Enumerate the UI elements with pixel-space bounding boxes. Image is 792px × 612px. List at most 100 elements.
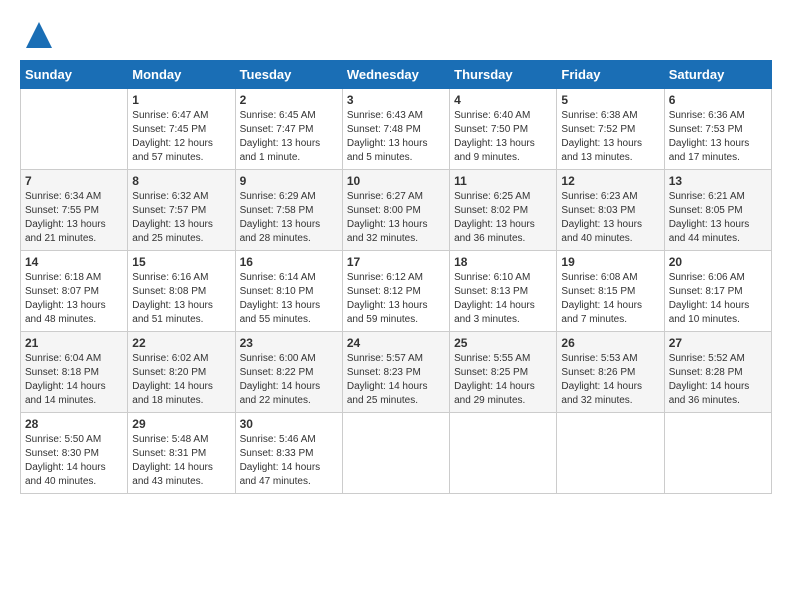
calendar-cell: 22 Sunrise: 6:02 AMSunset: 8:20 PMDayligh…: [128, 332, 235, 413]
day-number: 23: [240, 336, 338, 350]
calendar-header-wednesday: Wednesday: [342, 61, 449, 89]
day-number: 29: [132, 417, 230, 431]
day-info: Sunrise: 6:00 AMSunset: 8:22 PMDaylight:…: [240, 352, 338, 408]
calendar-cell: 5 Sunrise: 6:38 AMSunset: 7:52 PMDaylight…: [557, 89, 664, 170]
calendar-cell: 26 Sunrise: 5:53 AMSunset: 8:26 PMDayligh…: [557, 332, 664, 413]
day-number: 12: [561, 174, 659, 188]
day-info: Sunrise: 6:40 AMSunset: 7:50 PMDaylight:…: [454, 109, 552, 165]
day-number: 25: [454, 336, 552, 350]
calendar-table: SundayMondayTuesdayWednesdayThursdayFrid…: [20, 60, 772, 494]
calendar-week-row: 14 Sunrise: 6:18 AMSunset: 8:07 PMDayligh…: [21, 251, 772, 332]
day-info: Sunrise: 5:53 AMSunset: 8:26 PMDaylight:…: [561, 352, 659, 408]
day-number: 2: [240, 93, 338, 107]
calendar-week-row: 1Sunrise: 6:47 AMSunset: 7:45 PMDaylight…: [21, 89, 772, 170]
day-number: 17: [347, 255, 445, 269]
logo-icon: [24, 20, 54, 50]
calendar-cell: [450, 413, 557, 494]
day-info: Sunrise: 6:08 AMSunset: 8:15 PMDaylight:…: [561, 271, 659, 327]
day-info: Sunrise: 5:52 AMSunset: 8:28 PMDaylight:…: [669, 352, 767, 408]
day-info: Sunrise: 6:16 AMSunset: 8:08 PMDaylight:…: [132, 271, 230, 327]
day-number: 15: [132, 255, 230, 269]
day-number: 27: [669, 336, 767, 350]
calendar-cell: 20 Sunrise: 6:06 AMSunset: 8:17 PMDayligh…: [664, 251, 771, 332]
calendar-cell: 24 Sunrise: 5:57 AMSunset: 8:23 PMDayligh…: [342, 332, 449, 413]
calendar-cell: 13 Sunrise: 6:21 AMSunset: 8:05 PMDayligh…: [664, 170, 771, 251]
day-info: Sunrise: 6:14 AMSunset: 8:10 PMDaylight:…: [240, 271, 338, 327]
calendar-cell: 27 Sunrise: 5:52 AMSunset: 8:28 PMDayligh…: [664, 332, 771, 413]
day-info: Sunrise: 6:23 AMSunset: 8:03 PMDaylight:…: [561, 190, 659, 246]
calendar-cell: 9 Sunrise: 6:29 AMSunset: 7:58 PMDaylight…: [235, 170, 342, 251]
day-number: 13: [669, 174, 767, 188]
day-info: Sunrise: 6:21 AMSunset: 8:05 PMDaylight:…: [669, 190, 767, 246]
calendar-cell: 21 Sunrise: 6:04 AMSunset: 8:18 PMDayligh…: [21, 332, 128, 413]
calendar-cell: 14 Sunrise: 6:18 AMSunset: 8:07 PMDayligh…: [21, 251, 128, 332]
day-number: 3: [347, 93, 445, 107]
logo: [20, 20, 54, 50]
day-info: Sunrise: 6:29 AMSunset: 7:58 PMDaylight:…: [240, 190, 338, 246]
calendar-cell: 16 Sunrise: 6:14 AMSunset: 8:10 PMDayligh…: [235, 251, 342, 332]
calendar-cell: 3Sunrise: 6:43 AMSunset: 7:48 PMDaylight…: [342, 89, 449, 170]
day-number: 6: [669, 93, 767, 107]
day-number: 14: [25, 255, 123, 269]
day-number: 16: [240, 255, 338, 269]
day-number: 20: [669, 255, 767, 269]
day-number: 5: [561, 93, 659, 107]
calendar-week-row: 7 Sunrise: 6:34 AMSunset: 7:55 PMDaylight…: [21, 170, 772, 251]
calendar-header-thursday: Thursday: [450, 61, 557, 89]
calendar-cell: 15 Sunrise: 6:16 AMSunset: 8:08 PMDayligh…: [128, 251, 235, 332]
day-info: Sunrise: 6:06 AMSunset: 8:17 PMDaylight:…: [669, 271, 767, 327]
calendar-cell: 30 Sunrise: 5:46 AMSunset: 8:33 PMDayligh…: [235, 413, 342, 494]
day-number: 4: [454, 93, 552, 107]
calendar-header-row: SundayMondayTuesdayWednesdayThursdayFrid…: [21, 61, 772, 89]
day-info: Sunrise: 6:34 AMSunset: 7:55 PMDaylight:…: [25, 190, 123, 246]
calendar-cell: [342, 413, 449, 494]
calendar-cell: 2Sunrise: 6:45 AMSunset: 7:47 PMDaylight…: [235, 89, 342, 170]
day-info: Sunrise: 6:27 AMSunset: 8:00 PMDaylight:…: [347, 190, 445, 246]
day-number: 7: [25, 174, 123, 188]
calendar-cell: 19 Sunrise: 6:08 AMSunset: 8:15 PMDayligh…: [557, 251, 664, 332]
calendar-cell: [21, 89, 128, 170]
day-number: 10: [347, 174, 445, 188]
day-number: 9: [240, 174, 338, 188]
day-number: 11: [454, 174, 552, 188]
calendar-cell: 8 Sunrise: 6:32 AMSunset: 7:57 PMDaylight…: [128, 170, 235, 251]
day-number: 22: [132, 336, 230, 350]
page-header: [20, 20, 772, 50]
calendar-header-monday: Monday: [128, 61, 235, 89]
calendar-week-row: 28Sunrise: 5:50 AMSunset: 8:30 PMDayligh…: [21, 413, 772, 494]
day-number: 19: [561, 255, 659, 269]
calendar-cell: 1Sunrise: 6:47 AMSunset: 7:45 PMDaylight…: [128, 89, 235, 170]
day-info: Sunrise: 6:18 AMSunset: 8:07 PMDaylight:…: [25, 271, 123, 327]
day-info: Sunrise: 5:48 AMSunset: 8:31 PMDaylight:…: [132, 433, 230, 489]
day-info: Sunrise: 5:57 AMSunset: 8:23 PMDaylight:…: [347, 352, 445, 408]
calendar-header-friday: Friday: [557, 61, 664, 89]
day-number: 8: [132, 174, 230, 188]
day-info: Sunrise: 6:25 AMSunset: 8:02 PMDaylight:…: [454, 190, 552, 246]
day-number: 24: [347, 336, 445, 350]
calendar-cell: 23 Sunrise: 6:00 AMSunset: 8:22 PMDayligh…: [235, 332, 342, 413]
day-info: Sunrise: 6:10 AMSunset: 8:13 PMDaylight:…: [454, 271, 552, 327]
calendar-cell: 28Sunrise: 5:50 AMSunset: 8:30 PMDayligh…: [21, 413, 128, 494]
day-info: Sunrise: 5:50 AMSunset: 8:30 PMDaylight:…: [25, 433, 123, 489]
calendar-week-row: 21 Sunrise: 6:04 AMSunset: 8:18 PMDayligh…: [21, 332, 772, 413]
day-number: 30: [240, 417, 338, 431]
calendar-cell: [664, 413, 771, 494]
calendar-header-tuesday: Tuesday: [235, 61, 342, 89]
calendar-header-sunday: Sunday: [21, 61, 128, 89]
day-info: Sunrise: 5:55 AMSunset: 8:25 PMDaylight:…: [454, 352, 552, 408]
day-info: Sunrise: 6:38 AMSunset: 7:52 PMDaylight:…: [561, 109, 659, 165]
day-info: Sunrise: 6:32 AMSunset: 7:57 PMDaylight:…: [132, 190, 230, 246]
calendar-cell: 25 Sunrise: 5:55 AMSunset: 8:25 PMDayligh…: [450, 332, 557, 413]
calendar-cell: 11 Sunrise: 6:25 AMSunset: 8:02 PMDayligh…: [450, 170, 557, 251]
day-info: Sunrise: 6:04 AMSunset: 8:18 PMDaylight:…: [25, 352, 123, 408]
calendar-header-saturday: Saturday: [664, 61, 771, 89]
calendar-cell: 12 Sunrise: 6:23 AMSunset: 8:03 PMDayligh…: [557, 170, 664, 251]
day-number: 26: [561, 336, 659, 350]
day-info: Sunrise: 6:12 AMSunset: 8:12 PMDaylight:…: [347, 271, 445, 327]
day-number: 1: [132, 93, 230, 107]
day-info: Sunrise: 6:36 AMSunset: 7:53 PMDaylight:…: [669, 109, 767, 165]
calendar-cell: [557, 413, 664, 494]
day-info: Sunrise: 5:46 AMSunset: 8:33 PMDaylight:…: [240, 433, 338, 489]
day-info: Sunrise: 6:02 AMSunset: 8:20 PMDaylight:…: [132, 352, 230, 408]
day-number: 21: [25, 336, 123, 350]
